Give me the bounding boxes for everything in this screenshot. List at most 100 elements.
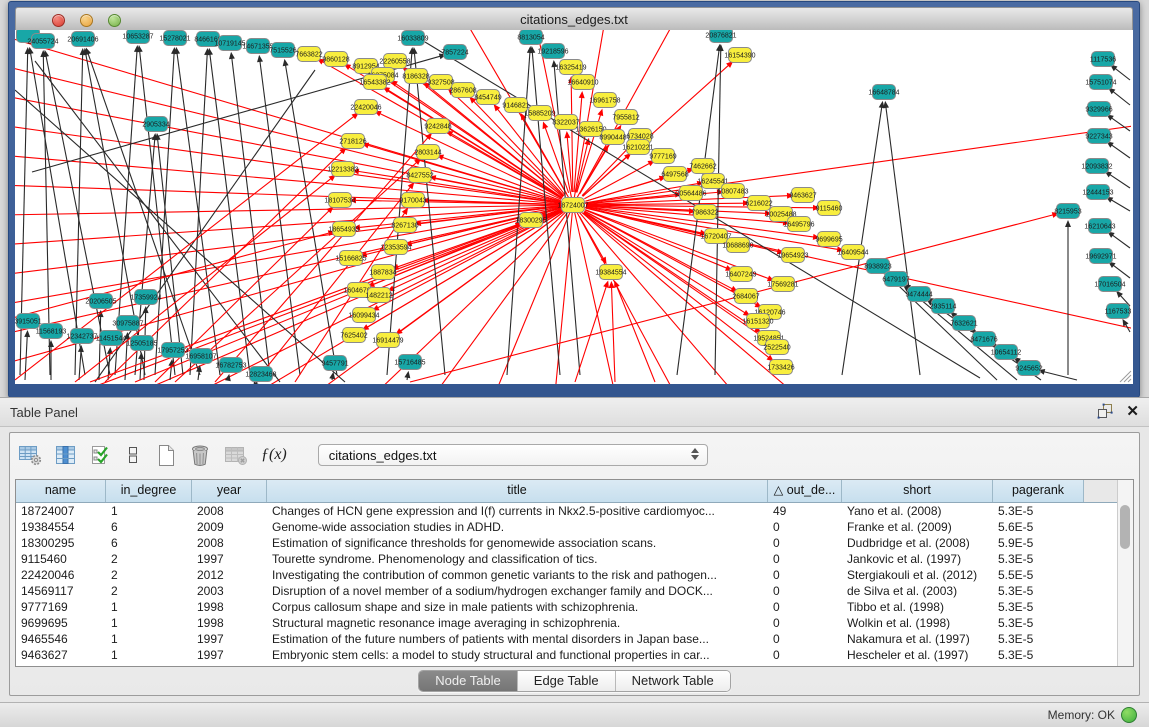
graph-node-label: 10653287 — [122, 33, 153, 40]
new-column-icon[interactable] — [156, 442, 176, 468]
graph-edge[interactable] — [571, 80, 573, 192]
graph-node-label: 7857224 — [441, 49, 468, 56]
table-cell: 1 — [106, 647, 192, 663]
graph-edge[interactable] — [157, 137, 183, 375]
graph-edge[interactable] — [573, 205, 615, 384]
table-selector-dropdown[interactable]: citations_edges.txt — [318, 444, 708, 466]
graph-edge[interactable] — [79, 349, 81, 380]
graph-edge[interactable] — [1109, 199, 1130, 211]
table-cell: Embryonic stem cells: a model to study s… — [267, 647, 768, 663]
table-cell: 1 — [106, 615, 192, 631]
graph-edge[interactable] — [616, 284, 655, 382]
graph-edge[interactable] — [1113, 67, 1130, 80]
graph-edge[interactable] — [1110, 234, 1130, 248]
resize-grip[interactable] — [1116, 367, 1132, 383]
edge-arrowhead — [543, 121, 549, 129]
row-height-icon[interactable] — [123, 442, 143, 468]
graph-node-label: 1167533 — [1105, 308, 1131, 315]
graph-edge[interactable] — [886, 105, 920, 375]
graph-node-label: 16210221 — [622, 144, 653, 151]
graph-edge[interactable] — [15, 232, 331, 320]
dropdown-stepper-icon — [691, 448, 699, 460]
graph-edge[interactable] — [260, 59, 300, 375]
graph-edge[interactable] — [1110, 144, 1130, 158]
table-row[interactable]: 946554611997Estimation of the future num… — [16, 631, 1133, 647]
table-row[interactable]: 969969511998Structural magnetic resonanc… — [16, 615, 1133, 631]
column-header-out_de[interactable]: △ out_de... — [768, 480, 842, 502]
graph-edge[interactable] — [575, 284, 607, 382]
graph-edge[interactable] — [842, 105, 882, 375]
column-header-title[interactable]: title — [267, 480, 768, 502]
table-cell: Estimation of significance thresholds fo… — [267, 535, 768, 551]
tab-node-table[interactable]: Node Table — [419, 671, 518, 691]
function-builder-icon[interactable]: ƒ(x) — [261, 442, 287, 468]
import-table-icon[interactable] — [224, 442, 248, 468]
graph-edge[interactable] — [1042, 371, 1077, 380]
table-row[interactable]: 1830029562008Estimation of significance … — [16, 535, 1133, 551]
graph-edge[interactable] — [573, 125, 1131, 205]
select-columns-icon[interactable] — [90, 442, 110, 468]
table-row[interactable]: 946362711997Embryonic stem cells: a mode… — [16, 647, 1133, 663]
table-cell: 0 — [768, 583, 842, 599]
table-selector-value: citations_edges.txt — [329, 448, 437, 463]
table-cell: 9115460 — [16, 551, 106, 567]
graph-edge[interactable] — [155, 51, 174, 375]
graph-edge[interactable] — [887, 275, 997, 380]
column-header-name[interactable]: name — [16, 480, 106, 502]
table-row[interactable]: 911546021997Tourette syndrome. Phenomeno… — [16, 551, 1133, 567]
column-header-pagerank[interactable]: pagerank — [993, 480, 1084, 502]
table-cell: 9465546 — [16, 631, 106, 647]
table-row[interactable]: 2242004622012Investigating the contribut… — [16, 567, 1133, 583]
graph-node-label: 9245652 — [1015, 365, 1042, 372]
graph-edge[interactable] — [15, 35, 573, 205]
graph-edge[interactable] — [285, 63, 337, 375]
network-canvas[interactable]: 2405572420691406106532871527802184661601… — [15, 30, 1133, 384]
close-panel-icon[interactable]: ✕ — [1126, 404, 1139, 420]
tab-edge-table[interactable]: Edge Table — [518, 671, 616, 691]
graph-edge[interactable] — [1108, 173, 1130, 188]
graph-edge[interactable] — [544, 125, 568, 193]
float-window-icon[interactable] — [1097, 403, 1114, 420]
graph-edge[interactable] — [555, 205, 573, 384]
edge-arrowhead — [494, 104, 501, 111]
graph-node-label: 9463627 — [789, 192, 816, 199]
graph-edge[interactable] — [140, 356, 141, 380]
graph-edge[interactable] — [387, 51, 412, 375]
table-row[interactable]: 1938455462009Genome-wide association stu… — [16, 519, 1133, 535]
table-cell: 0 — [768, 519, 842, 535]
column-header-year[interactable]: year — [192, 480, 267, 502]
graph-edge[interactable] — [611, 285, 615, 382]
column-header-in_degree[interactable]: in_degree — [106, 480, 192, 502]
network-graph[interactable]: 2405572420691406106532871527802184661601… — [15, 30, 1131, 384]
table-row[interactable]: 1872400712008Changes of HCN gene express… — [16, 503, 1133, 519]
table-row[interactable]: 1456911722003Disruption of a novel membe… — [16, 583, 1133, 599]
table-cell: 1997 — [192, 551, 267, 567]
graph-edge[interactable] — [1111, 264, 1130, 278]
graph-node-label: 2684067 — [732, 293, 759, 300]
graph-node-label: 9242848 — [424, 123, 451, 130]
graph-edge[interactable] — [15, 65, 573, 205]
table-cell: 2003 — [192, 583, 267, 599]
graph-edge[interactable] — [95, 70, 315, 382]
edge-arrowhead — [138, 352, 144, 359]
graph-edge[interactable] — [567, 135, 572, 192]
graph-edge[interactable] — [190, 52, 207, 375]
delete-icon[interactable] — [189, 442, 211, 468]
table-scrollbar[interactable] — [1117, 480, 1133, 666]
table-row[interactable]: 977716911998Corpus callosum shape and si… — [16, 599, 1133, 615]
graph-edge[interactable] — [414, 51, 445, 375]
network-window-titlebar[interactable]: citations_edges.txt — [15, 7, 1133, 32]
tab-network-table[interactable]: Network Table — [616, 671, 730, 691]
show-columns-icon[interactable] — [55, 442, 77, 468]
graph-edge[interactable] — [584, 211, 758, 306]
column-header-short[interactable]: short — [842, 480, 993, 502]
table-header-row: namein_degreeyeartitle△ out_de...shortpa… — [16, 480, 1133, 503]
table-cell: 5.3E-5 — [993, 631, 1084, 647]
graph-edge[interactable] — [1111, 90, 1130, 105]
table-cell: 5.3E-5 — [993, 647, 1084, 663]
graph-node-label: 10807483 — [717, 188, 748, 195]
scrollbar-thumb[interactable] — [1120, 505, 1130, 549]
graph-edge[interactable] — [15, 90, 345, 382]
graph-node-label: 10654112 — [991, 349, 1022, 356]
table-settings-icon[interactable] — [18, 442, 42, 468]
